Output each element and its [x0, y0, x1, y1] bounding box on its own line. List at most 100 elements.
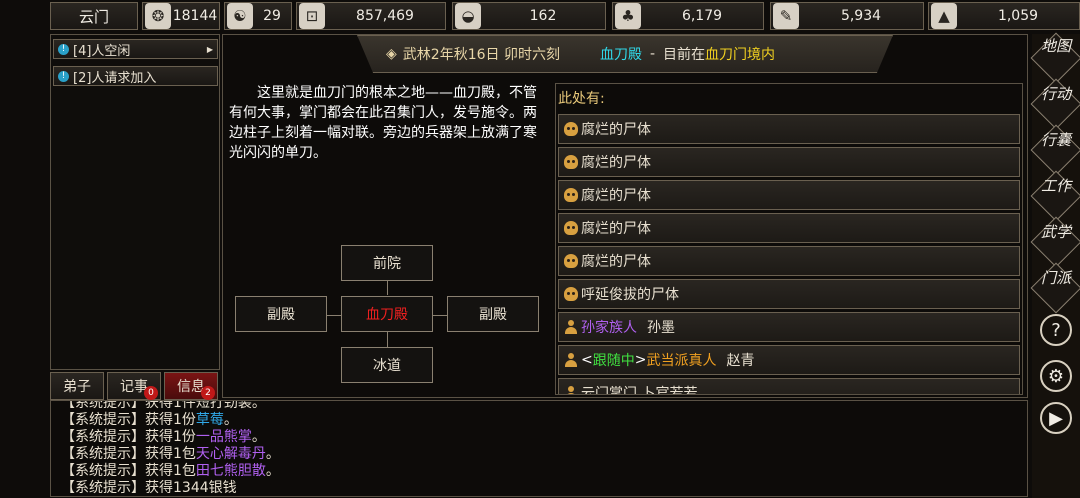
list-item-corpse[interactable]: 腐烂的尸体	[558, 213, 1020, 243]
yinyang-icon: ☯	[227, 3, 253, 29]
log-text: 获得1344银钱	[145, 480, 237, 496]
stat-food-value: 162	[529, 8, 557, 24]
bracket-close: >	[634, 352, 647, 368]
stat-coin[interactable]: ⊡ 857,469	[296, 2, 446, 30]
npc-name: 孙墨	[647, 320, 675, 336]
stat-exp-value: 18144	[172, 8, 218, 24]
journal-badge: 0	[144, 386, 158, 400]
log-line: 【系统提示】获得1份一品熊掌。	[61, 429, 266, 446]
map-link	[387, 331, 388, 347]
tab-disciples-label: 弟子	[63, 379, 91, 395]
log-text: 获得1包	[145, 463, 196, 479]
info-icon: !	[58, 43, 69, 55]
coin-icon: ⊡	[299, 3, 325, 29]
tab-messages[interactable]: 信息 2	[164, 372, 218, 400]
log-item: 天心解毒丹	[195, 446, 266, 462]
map-link	[327, 315, 341, 316]
corpse-label: 腐烂的尸体	[581, 188, 651, 204]
corpse-label: 腐烂的尸体	[581, 122, 651, 138]
stat-ore-value: 1,059	[997, 8, 1039, 24]
herb-icon: ♣	[615, 3, 641, 29]
log-prefix: 【系统提示】	[61, 446, 145, 462]
room-description: 这里就是血刀门的根本之地——血刀殿，不管有何大事，掌门都会在此召集门人，发号施令…	[229, 85, 537, 161]
sect-name-button[interactable]: 云门	[50, 2, 138, 30]
settings-icon[interactable]: ⚙	[1040, 360, 1072, 392]
here-title: 此处有:	[558, 91, 605, 107]
list-item-corpse[interactable]: 腐烂的尸体	[558, 180, 1020, 210]
ore-icon: ▲	[931, 3, 957, 29]
person-icon	[565, 353, 577, 367]
list-item-npc[interactable]: 孙家族人 孙墨	[558, 312, 1020, 342]
log-end: 。	[251, 429, 266, 445]
play-icon[interactable]: ▶	[1040, 402, 1072, 434]
idle-disciples-item[interactable]: ! [4]人空闲 ▶	[53, 39, 218, 59]
map-button[interactable]: 地图	[1034, 36, 1078, 56]
join-requests-item[interactable]: ! [2]人请求加入	[53, 66, 218, 86]
top-stats-bar: 云门 ❂ 18144 ☯ 29 ⊡ 857,469 ◒ 162 ♣ 6,179 …	[50, 2, 1080, 32]
stat-scroll[interactable]: ✎ 5,934	[770, 2, 924, 30]
skull-icon	[564, 287, 578, 301]
here-list: 此处有: 腐烂的尸体 腐烂的尸体 腐烂的尸体 腐烂的尸体 腐烂的尸体 呼延俊拔的…	[555, 83, 1023, 395]
log-item: 一品熊掌	[195, 429, 252, 445]
list-item-corpse[interactable]: 呼延俊拔的尸体	[558, 279, 1020, 309]
log-prefix: 【系统提示】	[61, 429, 145, 445]
stat-yinyang-value: 29	[263, 8, 281, 24]
log-end: 。	[223, 412, 238, 428]
diamond-icon: ◈	[386, 46, 397, 62]
follow-status: 跟随中	[592, 353, 635, 369]
corpse-label: 腐烂的尸体	[581, 221, 651, 237]
food-bowl-icon: ◒	[455, 3, 481, 29]
work-button[interactable]: 工作	[1034, 176, 1078, 196]
action-button[interactable]: 行动	[1034, 84, 1078, 104]
status-suffix: 境内	[747, 47, 776, 63]
log-line: 【系统提示】获得1包天心解毒丹。	[61, 446, 280, 463]
scroll-icon: ✎	[773, 3, 799, 29]
stat-herb[interactable]: ♣ 6,179	[612, 2, 764, 30]
bracket-open: <	[581, 352, 593, 368]
tab-journal[interactable]: 记事 0	[107, 372, 161, 400]
corpse-label: 腐烂的尸体	[581, 254, 651, 270]
main-panel: ◈ 武林2年秋16日 卯时六刻 血刀殿 - 目前在 血刀门 境内 这里就是血刀门…	[222, 34, 1028, 398]
corpse-label: 呼延俊拔的尸体	[581, 287, 679, 303]
skull-icon	[564, 188, 578, 202]
log-item: 田七熊胆散	[195, 463, 266, 479]
info-icon: !	[58, 70, 69, 82]
list-item-corpse[interactable]: 腐烂的尸体	[558, 147, 1020, 177]
join-requests-label: [2]人请求加入	[73, 70, 157, 86]
stat-food[interactable]: ◒ 162	[452, 2, 606, 30]
map-room-current[interactable]: 血刀殿	[341, 296, 433, 332]
sect-name: 云门	[78, 7, 109, 26]
person-icon	[565, 320, 577, 334]
idle-disciples-label: [4]人空闲	[73, 43, 131, 59]
stat-ore[interactable]: ▲ 1,059	[928, 2, 1080, 30]
map-room-east[interactable]: 副殿	[447, 296, 539, 332]
list-item-npc[interactable]: 云门掌门 卜官若若	[558, 378, 1020, 394]
map-link	[433, 315, 447, 316]
tab-disciples[interactable]: 弟子	[50, 372, 104, 400]
bag-button[interactable]: 行囊	[1034, 130, 1078, 150]
stat-herb-value: 6,179	[681, 8, 723, 24]
corpse-label: 腐烂的尸体	[581, 155, 651, 171]
sect-button[interactable]: 门派	[1034, 268, 1078, 288]
map-room-north[interactable]: 前院	[341, 245, 433, 281]
disciple-panel: ! [4]人空闲 ▶ ! [2]人请求加入	[50, 34, 220, 370]
map-link	[387, 281, 388, 295]
stat-yinyang[interactable]: ☯ 29	[224, 2, 292, 30]
list-item-corpse[interactable]: 腐烂的尸体	[558, 114, 1020, 144]
help-icon[interactable]: ?	[1040, 314, 1072, 346]
location-name: 血刀殿	[599, 47, 642, 63]
martial-arts-button[interactable]: 武学	[1034, 222, 1078, 242]
log-end: 。	[265, 446, 280, 462]
status-prefix: 目前在	[663, 47, 706, 63]
map-room-south[interactable]: 冰道	[341, 347, 433, 383]
list-item-npc[interactable]: < 跟随中 > 武当派真人 赵青	[558, 345, 1020, 375]
left-tabs: 弟子 记事 0 信息 2	[50, 372, 220, 400]
system-log: 【系统提示】获得1件短打劲装。 【系统提示】获得1份草莓。 【系统提示】获得1份…	[50, 400, 1028, 497]
log-end: 。	[265, 463, 280, 479]
skull-icon	[564, 155, 578, 169]
map-room-west[interactable]: 副殿	[235, 296, 327, 332]
stat-exp[interactable]: ❂ 18144	[142, 2, 220, 30]
list-item-corpse[interactable]: 腐烂的尸体	[558, 246, 1020, 276]
npc-title: 孙家族人	[581, 320, 637, 336]
header-separator: -	[649, 46, 656, 62]
